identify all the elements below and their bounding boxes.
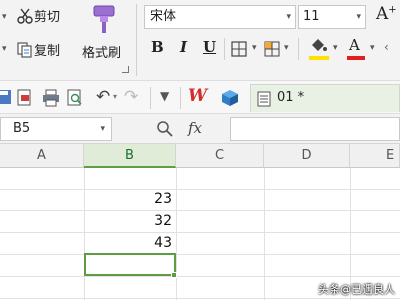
- ribbon-separator: [224, 38, 225, 60]
- format-painter-button[interactable]: 格式刷: [80, 2, 130, 64]
- underline-label: U: [203, 38, 217, 56]
- quick-access-toolbar: ↶ ▾ ↷ ▼ W 01 *: [0, 80, 400, 114]
- toolbar-separator: [180, 87, 181, 109]
- font-size-select[interactable]: 11 ▾: [298, 5, 366, 29]
- print-icon[interactable]: [42, 89, 60, 107]
- column-header-label: A: [37, 148, 46, 163]
- cell-b3[interactable]: 32: [86, 211, 172, 232]
- italic-button[interactable]: I: [180, 38, 187, 56]
- watermark: 头条@已遇良人: [318, 283, 395, 296]
- more-icon[interactable]: ‹: [384, 40, 389, 54]
- toolbar-separator: [150, 87, 151, 109]
- clipboard-launcher-icon[interactable]: [122, 66, 129, 73]
- document-tab[interactable]: 01 *: [250, 84, 400, 112]
- grow-font-button[interactable]: A+: [376, 4, 397, 24]
- font-name-value: 宋体: [150, 9, 177, 24]
- bold-button[interactable]: B: [151, 38, 164, 56]
- column-header-label: B: [125, 148, 134, 163]
- chevron-down-icon[interactable]: ▾: [370, 43, 375, 53]
- undo-icon[interactable]: ↶: [96, 87, 110, 107]
- name-box-value: B5: [13, 121, 31, 136]
- grid-line: [0, 210, 400, 211]
- grid-line: [0, 232, 400, 233]
- column-header-label: E: [386, 148, 395, 163]
- formula-bar: B5 ▾ fx: [0, 114, 400, 144]
- fill-color-button[interactable]: [308, 38, 330, 62]
- chevron-down-icon: ▾: [356, 12, 361, 22]
- italic-label: I: [180, 38, 188, 56]
- grid-line: [0, 298, 400, 299]
- chevron-down-icon: ▾: [100, 124, 105, 134]
- font-color-a-icon: A: [349, 36, 360, 54]
- chevron-down-icon[interactable]: ▾: [284, 43, 289, 53]
- font-size-value: 11: [303, 9, 320, 24]
- font-name-select[interactable]: 宋体 ▾: [144, 5, 296, 29]
- grid-line: [0, 254, 400, 255]
- paste-dropdown-icon[interactable]: ▾: [2, 12, 7, 22]
- grid-line: [264, 168, 265, 300]
- column-header-a[interactable]: A: [0, 144, 84, 168]
- grow-font-plus-icon: +: [388, 4, 397, 16]
- formula-input[interactable]: [230, 117, 400, 141]
- fill-handle[interactable]: [171, 272, 177, 278]
- scissors-icon: [17, 8, 33, 24]
- cell-style-button[interactable]: [263, 40, 281, 62]
- font-color-swatch: [347, 56, 365, 60]
- grid-line: [84, 168, 85, 300]
- grow-font-label: A: [376, 4, 389, 24]
- copy-icon: [17, 41, 32, 58]
- ribbon-separator: [136, 4, 137, 76]
- underline-button[interactable]: U: [203, 38, 216, 56]
- format-painter-icon: [93, 5, 115, 33]
- document-tab-title: 01 *: [277, 90, 305, 105]
- fill-color-swatch: [309, 56, 329, 60]
- column-header-e[interactable]: E: [350, 144, 400, 168]
- copy-label: 复制: [34, 44, 61, 59]
- cell-value: 43: [154, 235, 172, 251]
- cell-value: 32: [154, 213, 172, 229]
- chevron-down-icon[interactable]: ▾: [113, 92, 117, 101]
- cut-label: 剪切: [34, 10, 61, 25]
- ribbon: ▾ ▾ 剪切 复制 格式刷 宋体 ▾ 11 ▾ A+ B I U ▾ ▾ ▾ A…: [0, 0, 400, 80]
- chevron-down-icon[interactable]: ▾: [333, 43, 338, 53]
- cell-style-icon: [264, 41, 280, 57]
- zoom-search-icon[interactable]: [156, 120, 174, 138]
- name-box[interactable]: B5 ▾: [0, 117, 112, 141]
- copy-button[interactable]: 复制: [16, 40, 60, 59]
- grid-line: [176, 168, 177, 300]
- redo-icon[interactable]: ↷: [124, 87, 138, 107]
- cloud-cube-icon[interactable]: [220, 88, 240, 108]
- export-pdf-icon[interactable]: [16, 89, 34, 107]
- spreadsheet-doc-icon: [257, 91, 271, 107]
- cell-value: 23: [154, 191, 172, 207]
- column-header-label: D: [301, 148, 312, 163]
- insert-function-button[interactable]: fx: [188, 119, 202, 137]
- cell-b2[interactable]: 23: [86, 189, 172, 210]
- chevron-down-icon: ▾: [286, 12, 291, 22]
- bold-label: B: [151, 38, 164, 56]
- cut-button[interactable]: 剪切: [16, 6, 60, 25]
- customize-toolbar-icon[interactable]: ▼: [160, 89, 169, 103]
- borders-icon: [231, 41, 247, 57]
- print-preview-icon[interactable]: [66, 89, 84, 107]
- column-header-b[interactable]: B: [84, 144, 176, 168]
- format-painter-label: 格式刷: [82, 46, 122, 61]
- font-color-button[interactable]: A: [346, 36, 366, 62]
- grid-line: [0, 276, 400, 277]
- selected-cell-b5[interactable]: [84, 253, 176, 276]
- paint-bucket-icon: [312, 39, 327, 51]
- chevron-down-icon[interactable]: ▾: [252, 43, 257, 53]
- cell-b4[interactable]: 43: [86, 233, 172, 254]
- grid-line: [0, 189, 400, 190]
- borders-button[interactable]: [230, 40, 248, 62]
- column-header-label: C: [214, 148, 225, 163]
- save-icon[interactable]: [0, 89, 12, 105]
- wps-logo-icon[interactable]: W: [188, 86, 207, 106]
- column-header-d[interactable]: D: [264, 144, 350, 168]
- ribbon-separator: [298, 38, 299, 60]
- paste-dropdown-icon-2[interactable]: ▾: [2, 44, 7, 54]
- column-header-c[interactable]: C: [176, 144, 264, 168]
